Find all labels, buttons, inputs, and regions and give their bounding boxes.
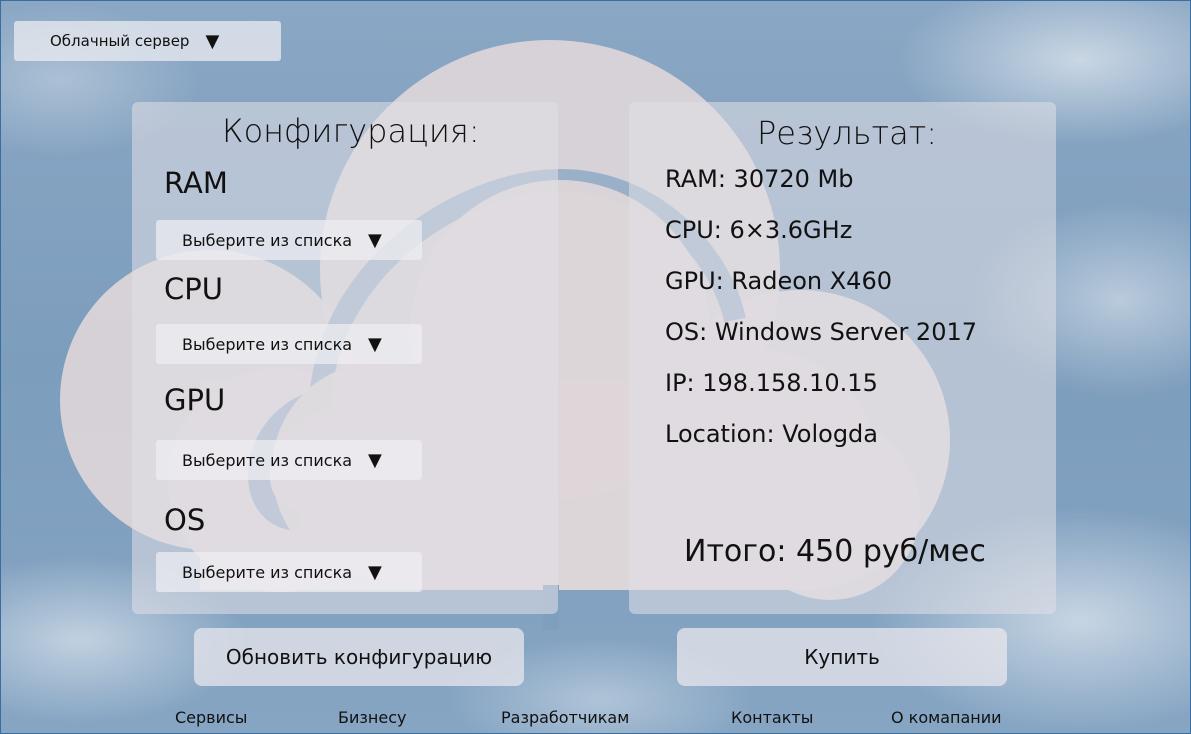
server-type-select-value: Облачный сервер xyxy=(50,32,190,50)
result-location: Location: Vologda xyxy=(665,420,878,448)
caret-down-icon: ▼ xyxy=(368,229,382,251)
server-type-select[interactable]: Облачный сервер ▼ xyxy=(14,21,281,61)
footer-link-business[interactable]: Бизнесу xyxy=(338,708,406,727)
os-label: OS xyxy=(164,503,206,537)
gpu-select-placeholder: Выберите из списка xyxy=(182,450,353,470)
ram-select[interactable]: Выберите из списка ▼ xyxy=(156,220,422,260)
update-configuration-button[interactable]: Обновить конфигурацию xyxy=(194,628,524,686)
result-os: OS: Windows Server 2017 xyxy=(665,318,978,346)
result-title: Результат: xyxy=(757,114,938,152)
os-select[interactable]: Выберите из списка ▼ xyxy=(156,552,422,592)
total-price: Итого: 450 руб/мес xyxy=(684,534,986,569)
result-gpu: GPU: Radeon X460 xyxy=(665,267,892,295)
result-cpu: CPU: 6×3.6GHz xyxy=(665,216,853,244)
gpu-label: GPU xyxy=(164,383,226,417)
cpu-label: CPU xyxy=(164,272,223,306)
caret-down-icon: ▼ xyxy=(368,561,382,583)
buy-button[interactable]: Купить xyxy=(677,628,1007,686)
footer-link-about[interactable]: О комапании xyxy=(891,708,1002,727)
ram-select-placeholder: Выберите из списка xyxy=(182,230,353,250)
configuration-title: Конфигурация: xyxy=(222,112,480,150)
gpu-select[interactable]: Выберите из списка ▼ xyxy=(156,440,422,480)
footer-link-developers[interactable]: Разработчикам xyxy=(501,708,629,727)
result-ram: RAM: 30720 Mb xyxy=(665,165,854,193)
caret-down-icon: ▼ xyxy=(368,333,382,355)
ram-label: RAM xyxy=(164,166,228,200)
caret-down-icon: ▼ xyxy=(368,449,382,471)
footer-link-contacts[interactable]: Контакты xyxy=(731,708,813,727)
cpu-select[interactable]: Выберите из списка ▼ xyxy=(156,324,422,364)
os-select-placeholder: Выберите из списка xyxy=(182,562,353,582)
result-ip: IP: 198.158.10.15 xyxy=(665,369,878,397)
footer-link-services[interactable]: Сервисы xyxy=(175,708,247,727)
caret-down-icon: ▼ xyxy=(205,30,220,52)
cpu-select-placeholder: Выберите из списка xyxy=(182,334,353,354)
